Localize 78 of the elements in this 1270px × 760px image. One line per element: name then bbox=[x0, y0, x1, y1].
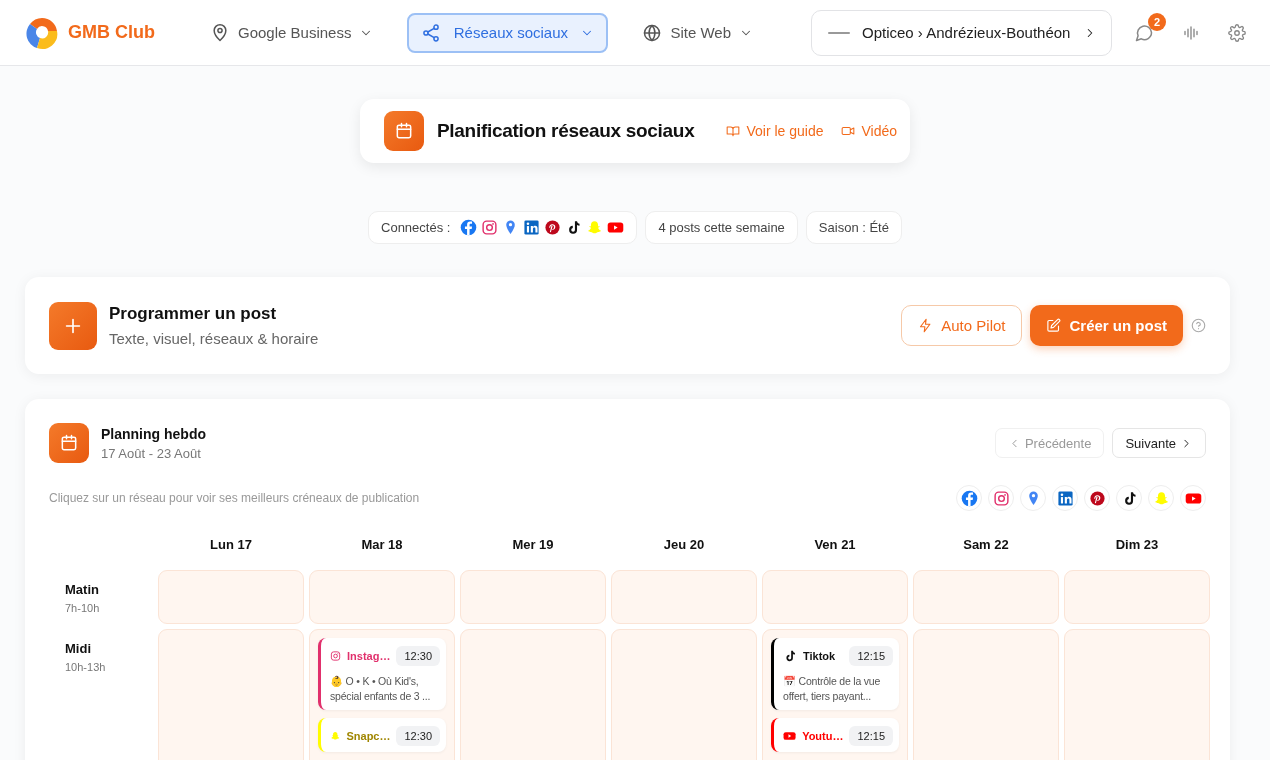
youtube-icon bbox=[783, 729, 797, 743]
calendar-cell[interactable] bbox=[913, 570, 1059, 624]
linkedin-icon bbox=[1056, 489, 1074, 507]
audio-wave-icon bbox=[1182, 23, 1200, 42]
calendar-cell[interactable] bbox=[1064, 570, 1210, 624]
ghost-icon bbox=[330, 729, 341, 743]
post-time: 12:15 bbox=[849, 646, 893, 666]
tiktok-icon bbox=[783, 649, 797, 663]
location-pin-icon bbox=[210, 22, 230, 43]
day-header: Ven 21 bbox=[813, 537, 857, 554]
brand-name: GMB Club bbox=[68, 22, 155, 43]
ghost-icon bbox=[586, 219, 604, 236]
calendar-cell[interactable] bbox=[309, 570, 455, 624]
pinterest-icon bbox=[1088, 489, 1106, 507]
chip-label: Connectés : bbox=[381, 220, 451, 235]
hint-text: Cliquez sur un réseau pour voir ses meilleurs créneaux de publication bbox=[49, 491, 421, 505]
facebook-icon bbox=[960, 489, 978, 507]
post-card[interactable]: Snapc… 12:30 bbox=[318, 718, 446, 752]
post-card[interactable]: Instag… 12:30 👶 O • K • Où Kid's, spécial enfants de 3 ... bbox=[318, 638, 446, 710]
day-header: Dim 23 bbox=[1114, 537, 1160, 554]
post-time: 12:15 bbox=[849, 726, 893, 746]
info-chip: Saison : Été bbox=[805, 211, 902, 244]
linkedin-icon bbox=[523, 219, 541, 236]
post-card[interactable]: Youtu… 12:15 bbox=[771, 718, 899, 752]
day-header: Jeu 20 bbox=[662, 537, 706, 554]
info-chip: 4 posts cette semaine bbox=[645, 211, 798, 244]
calendar-icon bbox=[394, 121, 414, 141]
edit-icon bbox=[1046, 318, 1062, 333]
post-text: 📅 Contrôle de la vue offert, tiers payant... bbox=[783, 674, 882, 704]
post-time: 12:30 bbox=[396, 726, 440, 746]
slot-name: Matin bbox=[65, 582, 100, 597]
date-range: 17 Août - 23 Août bbox=[101, 445, 202, 461]
settings-icon bbox=[1228, 23, 1246, 42]
account-selector[interactable]: Opticeo › Andrézieux-Bouthéon bbox=[811, 9, 1112, 56]
planning-title: Planning hebdo bbox=[101, 425, 207, 442]
card-title: Programmer un post bbox=[109, 304, 278, 324]
chat-bubble-icon bbox=[1134, 22, 1154, 43]
help-icon bbox=[1191, 318, 1206, 333]
instagram-icon bbox=[481, 219, 499, 236]
slot-hours: 7h-10h bbox=[65, 602, 101, 614]
post-network: Snapc… bbox=[346, 730, 391, 742]
day-header: Sam 22 bbox=[962, 537, 1010, 554]
card-subtitle: Texte, visuel, réseaux & horaire bbox=[109, 330, 320, 347]
ghost-icon bbox=[1152, 489, 1170, 507]
post-network: Instag… bbox=[347, 650, 391, 662]
page-title: Planification réseaux sociaux bbox=[437, 120, 695, 142]
share-icon bbox=[421, 22, 442, 43]
facebook-icon bbox=[460, 219, 478, 236]
post-network: Youtu… bbox=[802, 730, 844, 742]
post-time: 12:30 bbox=[396, 646, 440, 666]
network-filter-button[interactable] bbox=[1116, 485, 1142, 511]
instagram-icon bbox=[330, 649, 342, 663]
notification-badge: 2 bbox=[1148, 12, 1166, 31]
day-header: Mar 18 bbox=[360, 537, 404, 554]
network-filter-button[interactable] bbox=[1084, 485, 1110, 511]
calendar-cell[interactable]: Instag… 12:30 👶 O • K • Où Kid's, spécial enfants de 3 ... Snapc… 12:30 bbox=[309, 629, 455, 760]
post-network: Tiktok bbox=[803, 650, 837, 662]
calendar-cell[interactable] bbox=[611, 570, 757, 624]
post-card[interactable]: Tiktok 12:15 📅 Contrôle de la vue offert, tiers payant... bbox=[771, 638, 899, 710]
nav-tab[interactable]: Google Business bbox=[196, 12, 388, 53]
day-header: Mer 19 bbox=[511, 537, 555, 554]
globe-icon bbox=[642, 22, 663, 43]
post-text: 👶 O • K • Où Kid's, spécial enfants de 3 ... bbox=[330, 674, 432, 704]
nav-tab[interactable]: Réseaux sociaux bbox=[407, 12, 609, 53]
calendar-cell[interactable] bbox=[158, 570, 304, 624]
next-button[interactable]: Suivante bbox=[1112, 428, 1206, 458]
calendar-cell[interactable] bbox=[762, 570, 908, 624]
slot-name: Midi bbox=[65, 641, 92, 656]
day-header: Lun 17 bbox=[209, 537, 253, 554]
instagram-icon bbox=[992, 489, 1010, 507]
slot-hours: 10h-13h bbox=[65, 661, 107, 673]
nav-tab[interactable]: Site Web bbox=[628, 12, 767, 53]
book-icon bbox=[726, 124, 741, 138]
pinterest-icon bbox=[544, 219, 562, 236]
calendar-cell[interactable]: Tiktok 12:15 📅 Contrôle de la vue offert, tiers payant... Youtu… 12:15 bbox=[762, 629, 908, 760]
calendar-icon bbox=[59, 433, 79, 453]
video-camera-icon bbox=[841, 124, 856, 138]
calendar-cell[interactable] bbox=[460, 570, 606, 624]
